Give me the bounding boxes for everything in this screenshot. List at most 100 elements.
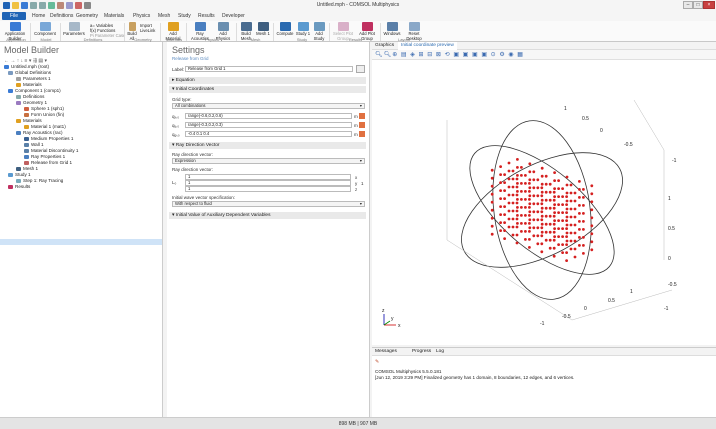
release-point: [532, 202, 536, 206]
range-icon[interactable]: [359, 122, 365, 128]
tree-form-union[interactable]: Form Union (fin): [24, 112, 64, 117]
mesh1-button[interactable]: Mesh 1: [255, 22, 271, 37]
release-point: [557, 227, 560, 231]
ray-preview-plot[interactable]: 1 0.5 0 -0.5 -1 1 0.5 0 -0.5 -1 -1 -0.5 …: [372, 60, 716, 345]
tab-progress[interactable]: Progress: [412, 349, 431, 354]
auxiliary-section[interactable]: ▾ Initial Value of Auxiliary Dependent V…: [169, 212, 366, 219]
tree-results[interactable]: Results: [8, 184, 30, 189]
status-bar: 898 MB | 907 MB: [0, 417, 716, 429]
tree-study-1[interactable]: Study 1: [8, 172, 31, 177]
parameters-button[interactable]: Parameters: [62, 22, 86, 37]
wave-spec-label: Initial wave vector specification:: [172, 195, 236, 200]
range-icon[interactable]: [359, 113, 365, 119]
tree-materials[interactable]: Materials: [16, 118, 42, 123]
axis-tick: 1: [564, 106, 567, 112]
tab-home[interactable]: Home: [32, 13, 45, 19]
tree-medium-properties-1[interactable]: Medium Properties 1: [24, 136, 73, 141]
tree-ray-acoustics[interactable]: Ray Acoustics (rac): [16, 130, 63, 135]
tab-results[interactable]: Results: [198, 13, 215, 19]
ray-direction-section[interactable]: ▾ Ray Direction Vector: [169, 142, 366, 149]
settings-panel: Settings Release from Grid Label: Releas…: [167, 42, 370, 417]
tab-developer[interactable]: Developer: [222, 13, 245, 19]
release-point: [532, 218, 536, 222]
tab-messages[interactable]: Messages: [375, 349, 397, 354]
equation-section[interactable]: ▸ Equation: [169, 77, 366, 84]
release-point: [520, 206, 523, 209]
form-union-icon: [24, 112, 29, 117]
release-point: [544, 230, 548, 234]
minimize-button[interactable]: –: [683, 1, 693, 9]
release-point: [582, 204, 585, 207]
release-point: [548, 182, 552, 186]
tree-component-1[interactable]: Component 1 (comp1): [8, 88, 61, 93]
release-point: [590, 192, 594, 196]
release-point: [557, 203, 560, 207]
tab-definitions[interactable]: Definitions: [50, 13, 73, 19]
tab-physics[interactable]: Physics: [133, 13, 150, 19]
release-icon: [24, 160, 29, 165]
tree-root[interactable]: Untitled.mph (root): [4, 64, 49, 69]
tree-material-1[interactable]: Material 1 (mat1): [24, 124, 66, 129]
graphics-toolbar-icons[interactable]: 🔍︎🔍︎⊕ ▤ ◈ ⊞ ⊟ ⊠ ⟲ ▣ ▣ ▣ ▣ ⊙ ⚙ ◉ ▦: [375, 51, 524, 58]
tab-graphics[interactable]: Graphics: [375, 43, 394, 48]
tab-geometry[interactable]: Geometry: [76, 13, 98, 19]
tree-global-definitions[interactable]: Global Definitions: [8, 70, 51, 75]
tree-geometry-1[interactable]: Geometry 1: [16, 100, 47, 105]
release-point: [528, 198, 531, 201]
study1-button[interactable]: Study 1: [295, 22, 311, 37]
tree-wall-1[interactable]: Wall 1: [24, 142, 44, 147]
tab-materials[interactable]: Materials: [104, 13, 124, 19]
release-point: [573, 191, 577, 195]
compute-icon: [279, 22, 291, 31]
tree-ray-properties-1[interactable]: Ray Properties 1: [24, 154, 65, 159]
tab-log[interactable]: Log: [436, 349, 444, 354]
qz-field[interactable]: -0.4 0.1 0.4: [185, 131, 352, 137]
wave-spec-select[interactable]: With respect to fluid ▾: [172, 201, 365, 207]
file-menu-button[interactable]: File: [2, 12, 26, 20]
tree-release-from-grid-1[interactable]: Release from Grid 1: [24, 160, 72, 165]
tree-mesh-1[interactable]: Mesh 1: [16, 166, 38, 171]
ray-acoustics-icon: [16, 130, 21, 135]
close-button[interactable]: ×: [703, 1, 715, 9]
qx-field[interactable]: range(-0.6,0.2,0.6): [185, 113, 352, 119]
axis-tick: 0.5: [668, 226, 675, 232]
grid-type-select[interactable]: All combinations ▾: [172, 103, 365, 109]
release-point: [578, 180, 581, 183]
graphics-toolbar[interactable]: 🔍︎🔍︎⊕ ▤ ◈ ⊞ ⊟ ⊠ ⟲ ▣ ▣ ▣ ▣ ⊙ ⚙ ◉ ▦: [372, 50, 716, 60]
tree-parameters-1[interactable]: Parameters 1: [16, 76, 51, 81]
component-button[interactable]: Component: [32, 22, 58, 37]
maximize-button[interactable]: □: [693, 1, 703, 9]
release-point: [520, 222, 523, 225]
compute-button[interactable]: Compute: [275, 22, 295, 37]
vector-x-comp: x: [355, 175, 358, 180]
initial-coordinates-section[interactable]: ▾ Initial Coordinates: [169, 86, 366, 93]
tree-step-1[interactable]: Step 1: Ray Tracing: [16, 178, 63, 183]
reset-desktop-icon: [408, 22, 420, 31]
release-point: [503, 173, 506, 176]
parameters-icon: [16, 76, 21, 81]
tree-material-discontinuity-1[interactable]: Material Discontinuity 1: [24, 148, 79, 153]
tree-global-materials[interactable]: Materials: [16, 82, 42, 87]
release-point: [569, 191, 573, 195]
axis-tick: 1: [630, 289, 633, 295]
tree-sphere-1[interactable]: Sphere 1 (sph1): [24, 106, 64, 111]
release-point: [569, 207, 573, 211]
livelink-button[interactable]: LiveLink: [140, 28, 155, 33]
range-icon[interactable]: [359, 131, 365, 137]
release-point: [569, 239, 573, 243]
vector-z-field[interactable]: 1: [185, 186, 351, 192]
model-builder-toolbar[interactable]: ← → ↑ ↓ ≡ ▾ ⇶ ▤ ▾: [4, 58, 64, 64]
ray-direction-spec-select[interactable]: Expression ▾: [172, 158, 365, 164]
qy-field[interactable]: range(-0.3,0.2,0.3): [185, 122, 352, 128]
tab-mesh[interactable]: Mesh: [158, 13, 170, 19]
label-field[interactable]: Release from Grid 1: [185, 66, 353, 72]
release-point: [582, 188, 585, 191]
release-point: [516, 174, 519, 177]
clear-messages-icon[interactable]: ✎: [375, 359, 379, 365]
tab-initial-coordinate-preview[interactable]: Initial coordinate preview: [398, 42, 457, 50]
windows-button[interactable]: Windows: [382, 22, 402, 37]
release-point: [552, 254, 556, 258]
tab-study[interactable]: Study: [178, 13, 191, 19]
tree-definitions[interactable]: Definitions: [16, 94, 44, 99]
reset-label-icon[interactable]: [356, 65, 365, 73]
